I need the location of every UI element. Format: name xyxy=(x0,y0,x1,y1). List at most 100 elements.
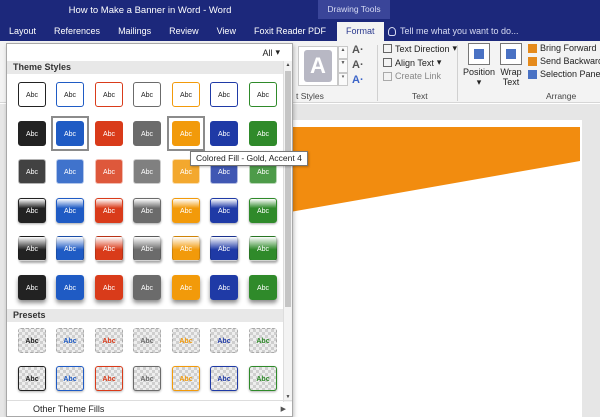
panel-scrollbar[interactable]: ▲ ▼ xyxy=(283,61,292,402)
position-button[interactable]: Position ▾ xyxy=(463,43,495,87)
preset-style-swatch[interactable]: Abc xyxy=(95,328,123,353)
theme-style-swatch[interactable]: Abc xyxy=(18,236,46,261)
tab-format[interactable]: Format xyxy=(336,22,384,41)
theme-style-swatch[interactable]: Abc xyxy=(95,197,123,223)
preset-style-swatch[interactable]: Abc xyxy=(249,328,277,353)
theme-style-swatch[interactable]: Abc xyxy=(210,236,238,261)
preset-style-swatch[interactable]: Abc xyxy=(249,366,277,391)
window-title: How to Make a Banner in Word - Word xyxy=(68,5,232,16)
theme-style-swatch[interactable]: Abc xyxy=(210,120,238,146)
preset-style-swatch[interactable]: Abc xyxy=(172,328,200,353)
preset-style-swatch[interactable]: Abc xyxy=(210,328,238,353)
preset-style-swatch[interactable]: Abc xyxy=(133,328,161,353)
wrap-text-label: Wrap Text xyxy=(500,67,522,87)
text-outline-icon[interactable]: A· xyxy=(352,59,364,71)
preset-style-swatch[interactable]: Abc xyxy=(18,366,46,391)
theme-style-swatch[interactable]: Abc xyxy=(172,236,200,261)
arrange-group-label: Arrange xyxy=(546,91,577,101)
theme-style-swatch[interactable]: Abc xyxy=(172,82,200,107)
create-link-button[interactable]: Create Link xyxy=(383,71,457,81)
theme-style-swatch[interactable]: Abc xyxy=(210,197,238,223)
gallery-up-icon[interactable]: ▲ xyxy=(338,46,348,60)
align-text-icon xyxy=(383,58,392,67)
theme-style-swatch[interactable]: Abc xyxy=(133,159,161,184)
selection-pane-label: Selection Pane xyxy=(540,69,600,79)
theme-style-swatch[interactable]: Abc xyxy=(133,274,161,300)
theme-style-swatch[interactable]: Abc xyxy=(249,197,277,223)
selection-pane-button[interactable]: Selection Pane xyxy=(528,69,600,79)
tab-view[interactable]: View xyxy=(208,22,245,41)
other-theme-fills-item[interactable]: Other Theme Fills ▶ xyxy=(7,400,292,416)
preset-style-swatch[interactable]: Abc xyxy=(95,366,123,391)
scroll-up-icon[interactable]: ▲ xyxy=(284,61,292,70)
text-direction-icon xyxy=(383,44,392,53)
banner-shape[interactable] xyxy=(290,127,580,212)
theme-style-swatch[interactable]: Abc xyxy=(249,82,277,107)
wordart-style-gallery[interactable]: A xyxy=(298,46,338,86)
tell-me-box[interactable]: Tell me what you want to do... xyxy=(388,22,519,41)
tab-mailings[interactable]: Mailings xyxy=(109,22,160,41)
theme-style-swatch[interactable]: Abc xyxy=(172,197,200,223)
link-icon xyxy=(383,71,392,81)
preset-style-swatch[interactable]: Abc xyxy=(18,328,46,353)
preset-style-swatch[interactable]: Abc xyxy=(56,366,84,391)
text-fill-icon[interactable]: A· xyxy=(352,44,364,56)
theme-style-swatch[interactable]: Abc xyxy=(18,82,46,107)
theme-style-swatch[interactable]: Abc xyxy=(133,236,161,261)
scrollbar-thumb[interactable] xyxy=(285,71,291,307)
theme-style-swatch[interactable]: Abc xyxy=(56,82,84,107)
theme-style-swatch[interactable]: Abc xyxy=(95,159,123,184)
bring-forward-button[interactable]: Bring Forward xyxy=(528,43,600,53)
theme-style-swatch[interactable]: Abc xyxy=(56,274,84,300)
theme-style-swatch[interactable]: Abc xyxy=(56,197,84,223)
theme-style-swatch[interactable]: Abc xyxy=(133,197,161,223)
wordart-a-icon: A xyxy=(304,50,332,82)
selection-pane-icon xyxy=(528,69,537,79)
shape-styles-dropdown: All ▾ Theme Styles Abc Abc Abc Abc Abc Abc Abc… xyxy=(6,43,293,417)
selected-swatch-frame xyxy=(167,115,205,151)
theme-style-swatch[interactable]: Abc xyxy=(56,159,84,184)
theme-style-swatch[interactable]: Abc xyxy=(95,120,123,146)
theme-style-swatch[interactable]: Abc xyxy=(18,120,46,146)
gallery-down-icon[interactable]: ▼ xyxy=(338,59,348,73)
theme-style-swatch[interactable]: Abc xyxy=(95,82,123,107)
gallery-more-icon[interactable]: ▾ xyxy=(338,72,348,86)
theme-style-swatch[interactable]: Abc xyxy=(18,274,46,300)
theme-style-swatch[interactable]: Abc xyxy=(249,120,277,146)
bring-forward-label: Bring Forward xyxy=(540,43,597,53)
theme-style-swatch[interactable]: Abc xyxy=(18,159,46,184)
theme-style-swatch[interactable]: Abc xyxy=(249,236,277,261)
presets-header: Presets xyxy=(7,309,284,322)
preset-style-swatch[interactable]: Abc xyxy=(133,366,161,391)
theme-style-swatch[interactable]: Abc xyxy=(249,274,277,300)
theme-style-swatch[interactable]: Abc xyxy=(95,236,123,261)
chevron-down-icon: ▾ xyxy=(275,47,280,57)
tab-layout[interactable]: Layout xyxy=(0,22,45,41)
align-text-button[interactable]: Align Text ▾ xyxy=(383,57,457,68)
preset-style-swatch[interactable]: Abc xyxy=(172,366,200,391)
theme-style-swatch[interactable]: Abc xyxy=(56,236,84,261)
preset-style-swatch[interactable]: Abc xyxy=(56,328,84,353)
theme-style-swatch[interactable]: Abc xyxy=(18,197,46,223)
theme-style-swatch[interactable]: Abc xyxy=(210,274,238,300)
tab-foxit-reader-pdf[interactable]: Foxit Reader PDF xyxy=(245,22,335,41)
theme-styles-header: Theme Styles xyxy=(7,61,284,74)
theme-style-swatch[interactable]: Abc xyxy=(133,82,161,107)
tab-references[interactable]: References xyxy=(45,22,109,41)
theme-style-swatch[interactable]: Abc xyxy=(172,274,200,300)
wrap-text-button[interactable]: Wrap Text xyxy=(497,43,525,87)
text-direction-button[interactable]: Text Direction ▾ xyxy=(383,43,457,54)
send-backward-button[interactable]: Send Backward xyxy=(528,56,600,66)
position-icon xyxy=(468,43,491,65)
send-backward-icon xyxy=(528,56,537,66)
theme-style-swatch[interactable]: Abc xyxy=(95,274,123,300)
theme-style-swatch[interactable]: Abc xyxy=(133,120,161,146)
ribbon-separator xyxy=(457,45,458,101)
text-effects-icon[interactable]: A· xyxy=(352,74,364,86)
document-page[interactable] xyxy=(290,120,582,417)
theme-style-swatch[interactable]: Abc xyxy=(210,82,238,107)
gallery-scroll-buttons: ▲ ▼ ▾ xyxy=(338,46,348,86)
tab-review[interactable]: Review xyxy=(160,22,208,41)
filter-bar[interactable]: All ▾ xyxy=(7,44,292,61)
preset-style-swatch[interactable]: Abc xyxy=(210,366,238,391)
